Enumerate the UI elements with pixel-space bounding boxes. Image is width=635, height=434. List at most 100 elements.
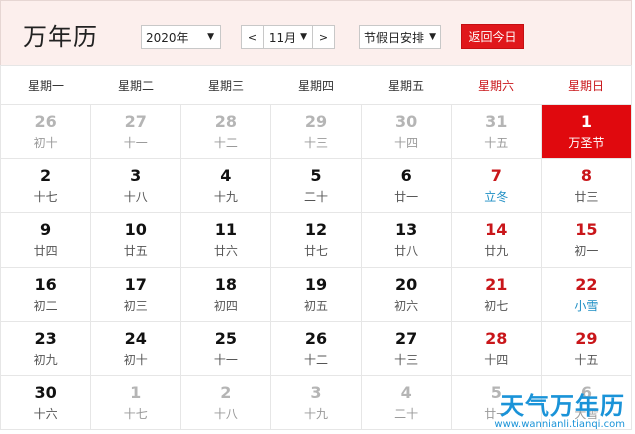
day-cell[interactable]: 26 初十 (1, 105, 92, 160)
weekday-label: 星期五 (387, 78, 424, 93)
day-number: 1 (580, 112, 592, 132)
day-cell[interactable]: 6 大雪 (541, 375, 632, 430)
day-cell[interactable]: 1 十七 (91, 375, 182, 430)
page-title: 万年历 (23, 23, 98, 51)
calendar-header: 万年历 2020年 ▼ < 11月 ▼ > 节假日安排 ▼ 返回今日 (0, 0, 632, 65)
day-cell[interactable]: 29 十五 (541, 321, 632, 376)
day-number: 30 (34, 382, 57, 402)
lunar-date: 万圣节 (568, 136, 605, 151)
holiday-schedule-select[interactable]: 节假日安排 ▼ (359, 25, 441, 49)
weekday-header-row: 星期一 星期二 星期三 星期四 星期五 星期六 星期日 (0, 65, 632, 105)
day-number: 2 (40, 166, 52, 186)
day-cell[interactable]: 8 廿三 (541, 159, 632, 214)
lunar-date: 十五 (484, 136, 509, 151)
lunar-date: 初四 (213, 298, 238, 313)
day-cell[interactable]: 23 初九 (1, 321, 92, 376)
day-cell[interactable]: 22 小雪 (541, 267, 632, 322)
lunar-date: 十二 (213, 136, 238, 151)
day-cell[interactable]: 3 十九 (271, 375, 362, 430)
month-selector: < 11月 ▼ > (241, 25, 335, 49)
day-number: 29 (575, 328, 598, 348)
lunar-date: 廿一 (484, 406, 509, 421)
lunar-date: 廿三 (574, 190, 599, 205)
day-cell[interactable]: 5 廿一 (451, 375, 542, 430)
year-select[interactable]: 2020年 ▼ (141, 25, 221, 49)
day-cell[interactable]: 6 廿一 (361, 159, 452, 214)
day-number: 5 (310, 166, 322, 186)
day-cell[interactable]: 14 廿九 (451, 213, 542, 268)
month-select-value: 11月 (268, 30, 297, 45)
lunar-date: 初九 (33, 352, 58, 367)
day-cell[interactable]: 11 廿六 (181, 213, 272, 268)
day-cell-today[interactable]: 1 万圣节 (541, 105, 632, 160)
day-cell[interactable]: 27 十三 (361, 321, 452, 376)
day-cell[interactable]: 7 立冬 (451, 159, 542, 214)
lunar-date: 十三 (394, 352, 419, 367)
lunar-date: 廿一 (394, 190, 419, 205)
lunar-date: 十五 (574, 352, 599, 367)
day-cell[interactable]: 29 十三 (271, 105, 362, 160)
lunar-date: 十九 (213, 190, 238, 205)
day-cell[interactable]: 17 初三 (91, 267, 182, 322)
day-cell[interactable]: 4 二十 (361, 375, 452, 430)
day-cell[interactable]: 10 廿五 (91, 213, 182, 268)
next-month-button[interactable]: > (312, 26, 334, 48)
day-cell[interactable]: 26 十二 (271, 321, 362, 376)
lunar-date: 十二 (303, 352, 328, 367)
prev-month-button[interactable]: < (242, 26, 264, 48)
day-cell[interactable]: 12 廿七 (271, 213, 362, 268)
day-number: 21 (485, 274, 508, 294)
holiday-select-value: 节假日安排 (364, 30, 425, 45)
day-number: 16 (34, 274, 57, 294)
day-cell[interactable]: 4 十九 (181, 159, 272, 214)
day-cell[interactable]: 20 初六 (361, 267, 452, 322)
day-cell[interactable]: 21 初七 (451, 267, 542, 322)
day-number: 31 (485, 112, 508, 132)
lunar-date: 廿四 (33, 244, 58, 259)
day-number: 18 (214, 274, 237, 294)
lunar-date: 廿五 (123, 244, 148, 259)
day-cell[interactable]: 18 初四 (181, 267, 272, 322)
day-cell[interactable]: 3 十八 (91, 159, 182, 214)
lunar-date: 初十 (33, 136, 58, 151)
day-cell[interactable]: 25 十一 (181, 321, 272, 376)
lunar-date: 二十 (394, 406, 419, 421)
day-number: 10 (124, 220, 147, 240)
day-number: 19 (304, 274, 328, 294)
lunar-date: 初一 (574, 244, 599, 259)
day-cell[interactable]: 16 初二 (1, 267, 92, 322)
day-number: 28 (214, 112, 237, 132)
day-number: 30 (395, 112, 418, 132)
weekday-label: 星期六 (477, 78, 514, 93)
lunar-date: 小雪 (574, 298, 599, 313)
day-cell[interactable]: 31 十五 (451, 105, 542, 160)
day-cell[interactable]: 28 十四 (451, 321, 542, 376)
day-number: 26 (34, 112, 57, 132)
day-cell[interactable]: 5 二十 (271, 159, 362, 214)
day-cell[interactable]: 30 十六 (1, 375, 92, 430)
day-cell[interactable]: 2 十七 (1, 159, 92, 214)
back-to-today-button[interactable]: 返回今日 (461, 24, 524, 49)
day-cell[interactable]: 2 十八 (181, 375, 272, 430)
day-cell[interactable]: 13 廿八 (361, 213, 452, 268)
day-number: 15 (575, 220, 598, 240)
lunar-date: 廿八 (394, 244, 419, 259)
day-cell[interactable]: 24 初十 (91, 321, 182, 376)
day-cell[interactable]: 19 初五 (271, 267, 362, 322)
day-number: 1 (130, 382, 142, 402)
day-cell[interactable]: 30 十四 (361, 105, 452, 160)
day-cell[interactable]: 9 廿四 (1, 213, 92, 268)
lunar-date: 十四 (484, 352, 509, 367)
day-number: 13 (395, 220, 418, 240)
lunar-date: 廿六 (213, 244, 238, 259)
lunar-date: 十八 (213, 406, 238, 421)
lunar-date: 十七 (123, 406, 148, 421)
day-number: 12 (304, 220, 328, 240)
lunar-date: 廿九 (484, 244, 509, 259)
month-select[interactable]: 11月 ▼ (264, 29, 312, 46)
day-number: 23 (34, 328, 57, 348)
day-number: 20 (395, 274, 418, 294)
day-cell[interactable]: 27 十一 (91, 105, 182, 160)
day-cell[interactable]: 15 初一 (541, 213, 632, 268)
day-cell[interactable]: 28 十二 (181, 105, 272, 160)
